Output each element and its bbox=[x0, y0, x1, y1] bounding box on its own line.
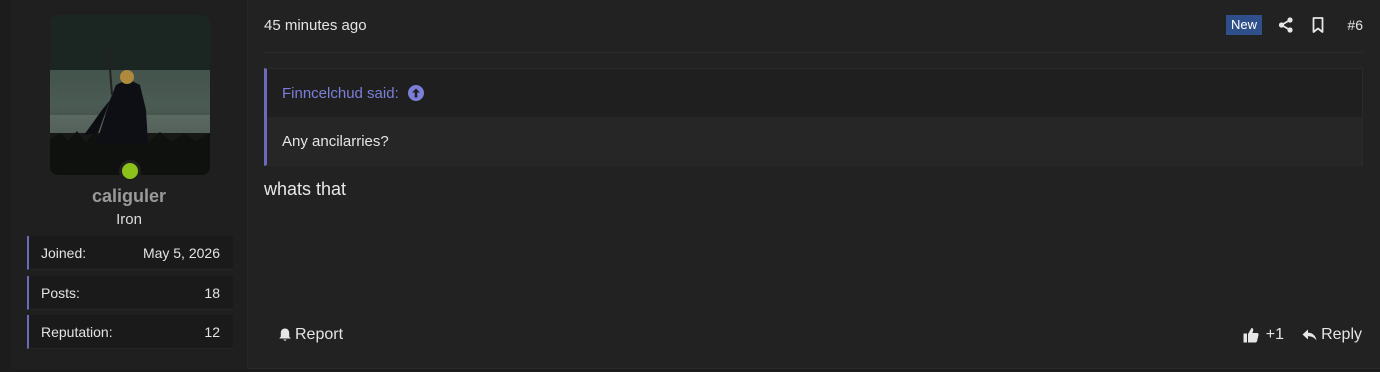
post-number[interactable]: #6 bbox=[1347, 17, 1363, 33]
new-badge: New bbox=[1225, 15, 1262, 35]
stat-posts: Posts: 18 bbox=[27, 276, 233, 310]
report-button[interactable]: Report bbox=[277, 326, 343, 344]
avatar[interactable] bbox=[50, 15, 210, 175]
thumbs-up-icon bbox=[1243, 328, 1259, 343]
post-main: 45 minutes ago New #6 Finncelchud said: … bbox=[258, 0, 1380, 369]
online-status-indicator bbox=[119, 160, 141, 182]
stat-label: Posts: bbox=[41, 284, 80, 301]
post-message: whats that bbox=[264, 179, 347, 199]
stat-label: Reputation: bbox=[41, 323, 113, 340]
bookmark-icon[interactable] bbox=[1309, 16, 1327, 34]
stat-label: Joined: bbox=[41, 244, 87, 261]
reply-arrow-icon bbox=[1302, 329, 1317, 341]
like-button[interactable]: +1 bbox=[1242, 326, 1284, 344]
quote-author[interactable]: Finncelchud said: bbox=[282, 85, 399, 102]
reaction-count: +1 bbox=[1265, 326, 1284, 343]
stat-reputation: Reputation: 12 bbox=[27, 315, 233, 349]
quote-text: Any ancilarries? bbox=[267, 117, 1362, 165]
quote-block: Finncelchud said: Any ancilarries? bbox=[264, 68, 1363, 166]
header-divider bbox=[264, 52, 1363, 53]
report-label: Report bbox=[295, 326, 344, 343]
post-container: caliguler Iron Joined: May 5, 2026 Posts… bbox=[10, 0, 1380, 369]
user-info-column: caliguler Iron Joined: May 5, 2026 Posts… bbox=[10, 0, 248, 369]
stat-value: May 5, 2026 bbox=[142, 244, 220, 261]
bell-icon bbox=[279, 328, 291, 341]
reply-button[interactable]: Reply bbox=[1301, 326, 1362, 344]
share-icon[interactable] bbox=[1277, 16, 1295, 34]
stat-value: 18 bbox=[204, 284, 220, 301]
avatar-image bbox=[50, 15, 210, 175]
reply-label: Reply bbox=[1321, 326, 1362, 343]
stat-value: 12 bbox=[204, 323, 220, 340]
quote-header: Finncelchud said: bbox=[267, 69, 1362, 117]
stat-joined: Joined: May 5, 2026 bbox=[27, 236, 233, 270]
arrow-up-circle-icon[interactable] bbox=[407, 84, 425, 102]
username[interactable]: caliguler bbox=[10, 186, 248, 207]
user-title: Iron bbox=[116, 211, 142, 228]
post-date[interactable]: 45 minutes ago bbox=[264, 17, 367, 34]
